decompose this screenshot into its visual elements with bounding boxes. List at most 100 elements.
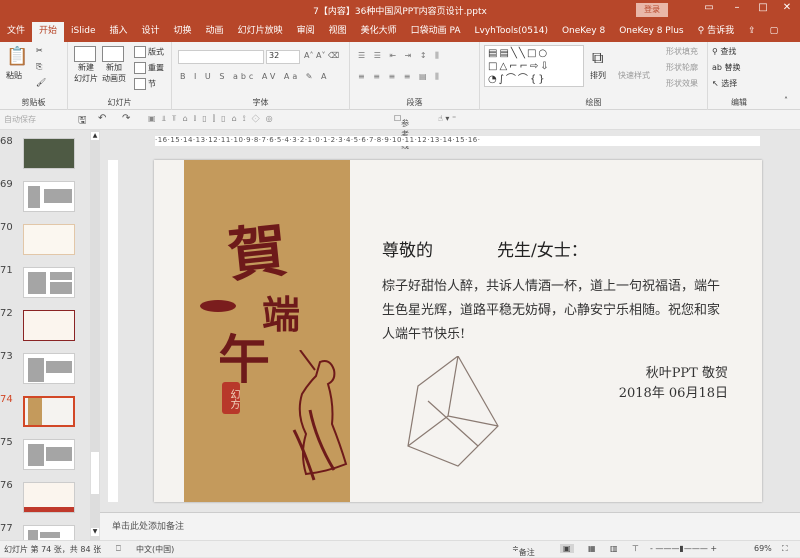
- notes-pane[interactable]: 单击此处添加备注: [100, 512, 800, 540]
- fit-slide-icon[interactable]: ⛶: [782, 544, 788, 554]
- format-painter-icon[interactable]: 🖌: [36, 78, 46, 87]
- list-buttons[interactable]: ☰ ☰ ⇤ ⇥ ↕ ⫼: [358, 51, 442, 61]
- paragraph-label: 段落: [406, 98, 423, 107]
- save-icon[interactable]: 🖫: [78, 113, 87, 130]
- reset-button[interactable]: 重置: [134, 62, 164, 74]
- slide-thumbnail[interactable]: [23, 181, 75, 212]
- collapse-ribbon-icon[interactable]: ˄: [784, 96, 788, 105]
- font-format-buttons[interactable]: B I U S abc AV Aa ✎ A: [180, 72, 330, 81]
- spellcheck-icon[interactable]: ⎕: [116, 544, 121, 554]
- notes-button[interactable]: ≑ 备注: [512, 544, 535, 557]
- font-name-input[interactable]: [178, 50, 264, 64]
- tab-insert[interactable]: 插入: [103, 22, 135, 42]
- group-clipboard: 📋 粘贴 ✂ ⎘ 🖌 剪贴板: [0, 42, 68, 110]
- login-button[interactable]: 登录: [636, 3, 668, 17]
- shape-effects-button[interactable]: 形状效果: [666, 78, 698, 89]
- tell-me[interactable]: ⚲ 告诉我: [691, 22, 741, 42]
- scroll-up-icon[interactable]: ▲: [91, 132, 99, 140]
- slide-canvas[interactable]: 賀 端 午 幻方 尊敬的 先生/女士： 棕子好甜怡人醉，共诉人情酒一杯，道上一句祝…: [154, 160, 762, 502]
- slide-thumbnail[interactable]: [23, 353, 75, 384]
- share-icon[interactable]: ⇪: [741, 22, 763, 42]
- group-paragraph: ☰ ☰ ⇤ ⇥ ↕ ⫼ ≡ ≡ ≡ ≡ ▤ ⫼ 段落: [350, 42, 480, 110]
- tab-lvyhtools[interactable]: LvyhTools(0514): [468, 22, 555, 42]
- ribbon-display-icon[interactable]: ▭: [698, 2, 720, 18]
- find-button[interactable]: ⚲ 查找: [712, 46, 736, 57]
- normal-view-icon[interactable]: ▣: [560, 544, 574, 553]
- thumbnail-number: 77: [0, 523, 13, 534]
- slide-thumbnail[interactable]: [23, 396, 75, 427]
- tab-transitions[interactable]: 切换: [167, 22, 199, 42]
- select-button[interactable]: ↖ 选择: [712, 78, 737, 89]
- section-button[interactable]: 节: [134, 78, 156, 90]
- tab-file[interactable]: 文件: [0, 22, 32, 42]
- slide-thumbnail[interactable]: [23, 138, 75, 169]
- shapes-gallery[interactable]: ▤▤╲╲□○ □△⌐⌐⇨⇩ ◔∫⌒⌒{}: [484, 45, 584, 87]
- slideshow-icon[interactable]: ⊤: [632, 544, 639, 553]
- align-tools-icons[interactable]: ▣⫫⫪⌂⫾▯⫿▯⌂⟟⟐◎: [148, 114, 279, 124]
- thumbnail-number: 74: [0, 394, 13, 405]
- slide-thumbnail[interactable]: [23, 439, 75, 470]
- tab-design[interactable]: 设计: [135, 22, 167, 42]
- arrange-button[interactable]: 排列: [590, 70, 606, 81]
- slide-thumbnail[interactable]: [23, 224, 75, 255]
- paste-icon[interactable]: 📋: [6, 46, 28, 67]
- arrange-icon[interactable]: ⧉: [592, 48, 603, 68]
- quick-styles-button[interactable]: 快速样式: [618, 70, 650, 81]
- notes-placeholder[interactable]: 单击此处添加备注: [112, 519, 184, 532]
- tab-islide[interactable]: iSlide: [64, 22, 102, 42]
- greeting: 尊敬的 先生/女士：: [382, 236, 588, 261]
- slide-thumbnail[interactable]: [23, 267, 75, 298]
- shape-outline-button[interactable]: 形状轮廓: [666, 62, 698, 73]
- touch-mode-icon[interactable]: ☝ ▾ ⁼: [438, 114, 456, 123]
- reading-view-icon[interactable]: ▥: [610, 544, 618, 553]
- paste-button[interactable]: 粘贴: [6, 70, 22, 81]
- status-bar: 幻灯片 第 74 张，共 84 张 ⎕ 中文(中国) ≑ 备注 ▣ ▦ ▥ ⊤ …: [0, 540, 800, 557]
- group-slides: 新建 幻灯片 新加 动画页 版式 重置 节 幻灯片: [68, 42, 172, 110]
- find-label: 查找: [720, 47, 737, 56]
- new-slide-button[interactable]: 新建 幻灯片: [74, 46, 98, 84]
- undo-icon[interactable]: ↶: [98, 113, 106, 124]
- font-grow-shrink-icons[interactable]: A˄ A˅ ⌫: [304, 51, 339, 60]
- font-size-input[interactable]: 32: [266, 50, 300, 64]
- close-icon[interactable]: ✕: [776, 2, 798, 18]
- guides-label: 参考线: [401, 119, 410, 150]
- thumbnail-number: 70: [0, 222, 13, 233]
- tab-home[interactable]: 开始: [32, 22, 65, 42]
- greeting-right: 先生/女士：: [497, 241, 588, 261]
- tab-review[interactable]: 审阅: [290, 22, 322, 42]
- copy-icon[interactable]: ⎘: [36, 62, 42, 72]
- tab-meihua[interactable]: 美化大师: [354, 22, 404, 42]
- thumbnail-scrollbar[interactable]: ▲ ▼: [90, 130, 100, 540]
- new-anim-page-button[interactable]: 新加 动画页: [102, 46, 126, 84]
- tab-onekey8[interactable]: OneKey 8: [555, 22, 612, 42]
- group-font: 32 A˄ A˅ ⌫ B I U S abc AV Aa ✎ A 字体: [172, 42, 350, 110]
- scroll-thumb[interactable]: [91, 452, 99, 494]
- slide-thumbnail[interactable]: [23, 482, 75, 513]
- tab-view[interactable]: 视图: [322, 22, 354, 42]
- guides-checkbox[interactable]: ☐ 参考线: [394, 114, 409, 150]
- section-label: 节: [148, 79, 156, 89]
- slide-thumbnail[interactable]: [23, 310, 75, 341]
- minimize-icon[interactable]: –: [726, 2, 748, 18]
- align-buttons[interactable]: ≡ ≡ ≡ ≡ ▤ ⫼: [358, 72, 442, 82]
- slide-sorter-icon[interactable]: ▦: [588, 544, 596, 553]
- zoom-slider[interactable]: - ———▮——— +: [650, 544, 717, 553]
- thumbnail-number: 72: [0, 308, 13, 319]
- comment-icon[interactable]: ▢: [763, 22, 786, 42]
- language[interactable]: 中文(中国): [136, 544, 174, 555]
- zoom-level[interactable]: 69%: [754, 544, 772, 553]
- group-editing: ⚲ 查找 ab 替换 ↖ 选择 编辑: [708, 42, 770, 110]
- scroll-down-icon[interactable]: ▼: [91, 528, 99, 536]
- qu-yuan-figure-illustration: [292, 350, 348, 481]
- replace-button[interactable]: ab 替换: [712, 62, 741, 73]
- tab-animations[interactable]: 动画: [199, 22, 231, 42]
- layout-button[interactable]: 版式: [134, 46, 164, 58]
- maximize-icon[interactable]: □: [752, 2, 774, 18]
- cut-icon[interactable]: ✂: [36, 46, 43, 55]
- shape-fill-button[interactable]: 形状填充: [666, 46, 698, 57]
- tab-pocket-anim[interactable]: 口袋动画 PA: [404, 22, 468, 42]
- tab-onekey8plus[interactable]: OneKey 8 Plus: [612, 22, 690, 42]
- autosave-toggle[interactable]: 自动保存: [4, 114, 36, 125]
- redo-icon[interactable]: ↷: [122, 113, 130, 124]
- tab-slideshow[interactable]: 幻灯片放映: [231, 22, 290, 42]
